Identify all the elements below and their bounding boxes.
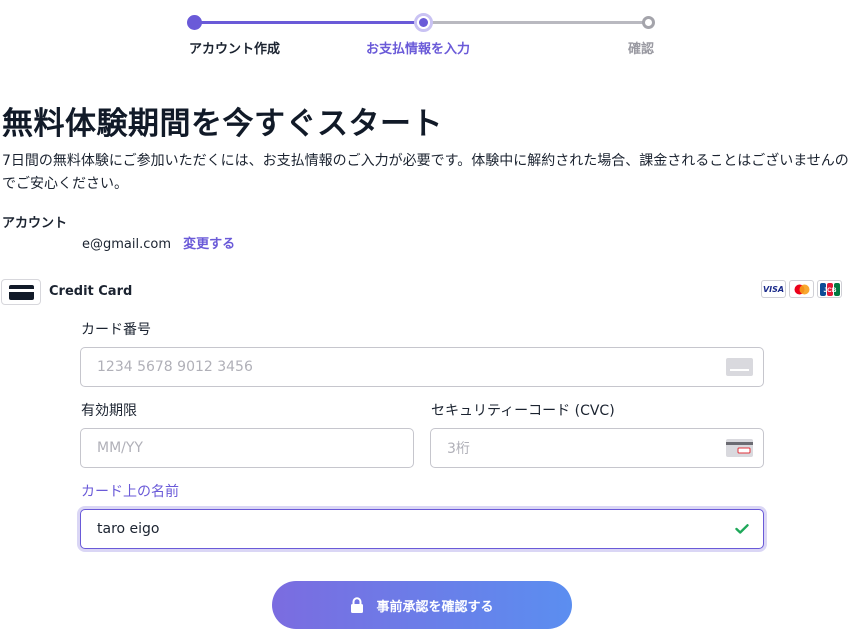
- step-label-account: アカウント作成: [189, 42, 281, 57]
- step-dot-account: [187, 15, 202, 30]
- lock-icon: [351, 597, 364, 613]
- payment-method-label: Credit Card: [49, 284, 133, 299]
- card-brands: VISA JCB: [761, 280, 842, 298]
- step-label-payment: お支払情報を入力: [366, 42, 471, 57]
- card-number-placeholder: 1234 5678 9012 3456: [97, 359, 253, 375]
- jcb-logo: JCB: [817, 280, 842, 298]
- confirm-preauthorization-button[interactable]: 事前承認を確認する: [272, 581, 572, 629]
- page-title: 無料体験期間を今すぐスタート: [2, 106, 443, 142]
- expiry-placeholder: MM/YY: [97, 440, 143, 456]
- change-account-link[interactable]: 変更する: [183, 237, 235, 252]
- confirm-button-label: 事前承認を確認する: [376, 599, 494, 615]
- name-on-card-value: taro eigo: [97, 521, 160, 537]
- expiry-label: 有効期限: [81, 403, 137, 419]
- cvc-label: セキュリティーコード (CVC): [431, 403, 615, 419]
- step-dot-payment: [414, 13, 433, 32]
- name-on-card-label: カード上の名前: [81, 484, 179, 500]
- step-dot-confirm: [642, 16, 655, 29]
- credit-card-icon-box: [1, 279, 41, 305]
- page-description: 7日間の無料体験にご参加いただくには、お支払情報のご入力が必要です。体験中に解約…: [2, 153, 849, 192]
- stepper-track-complete: [194, 21, 423, 24]
- name-on-card-input[interactable]: taro eigo: [80, 509, 764, 549]
- card-number-label: カード番号: [81, 322, 151, 338]
- credit-card-icon: [9, 285, 34, 300]
- visa-logo: VISA: [761, 280, 786, 298]
- step-label-confirm: 確認: [628, 42, 655, 57]
- cvc-card-icon: [726, 439, 753, 457]
- cvc-placeholder: 3桁: [447, 441, 470, 457]
- expiry-input[interactable]: MM/YY: [80, 428, 414, 468]
- check-icon: [735, 524, 749, 534]
- card-number-input[interactable]: 1234 5678 9012 3456: [80, 347, 764, 387]
- account-email: e@gmail.com: [82, 237, 172, 252]
- account-row: e@gmail.com 変更する: [82, 233, 235, 252]
- svg-text:JCB: JCB: [823, 287, 836, 294]
- payment-method-row: Credit Card VISA JCB: [0, 279, 845, 307]
- mastercard-logo: [789, 280, 814, 298]
- stepper-track-pending: [423, 21, 648, 24]
- card-placeholder-icon: [726, 358, 753, 376]
- cvc-input[interactable]: 3桁: [430, 428, 764, 468]
- account-label: アカウント: [2, 216, 68, 231]
- progress-stepper: アカウント作成 お支払情報を入力 確認: [186, 12, 656, 57]
